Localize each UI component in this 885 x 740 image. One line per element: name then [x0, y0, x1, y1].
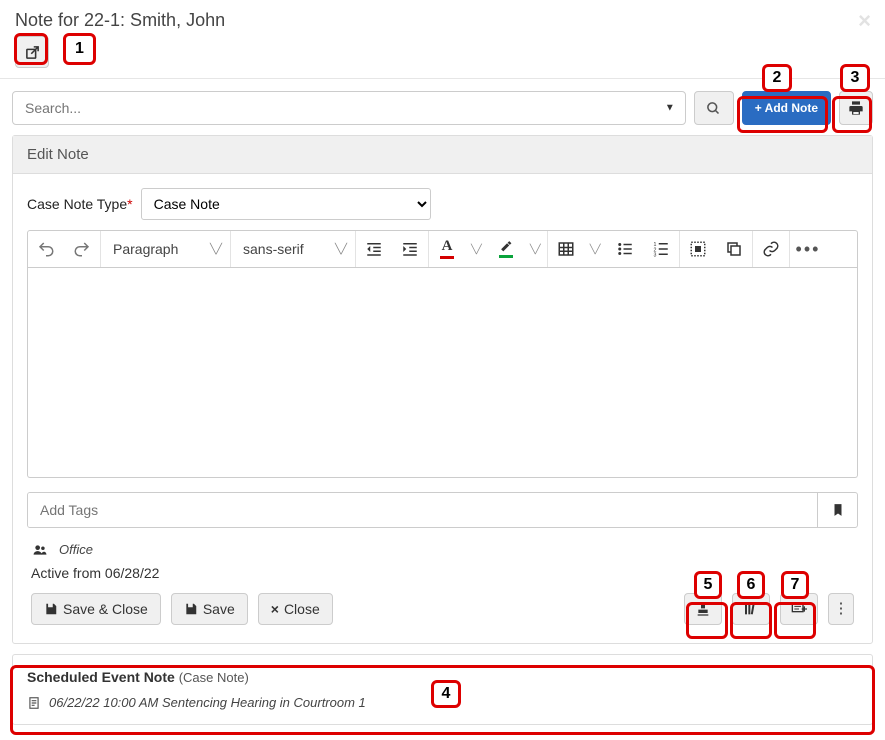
outdent-button[interactable] [356, 231, 392, 267]
table-button[interactable] [548, 231, 584, 267]
chevron-down-icon: ╲╱ [471, 244, 482, 255]
highlight-icon [499, 240, 513, 253]
editor-body[interactable] [27, 268, 858, 478]
chevron-down-icon: ╲╱ [210, 244, 222, 255]
cancel-close-button[interactable]: × Close [258, 593, 333, 625]
chevron-down-icon: ╲╱ [590, 244, 601, 255]
bullet-list-button[interactable] [607, 231, 643, 267]
event-note-panel: Scheduled Event Note (Case Note) 06/22/2… [12, 654, 873, 725]
office-label: Office [59, 542, 93, 557]
kebab-icon: ⋮ [834, 605, 849, 613]
copy-icon [725, 240, 743, 258]
tags-input[interactable] [28, 493, 817, 527]
undo-button[interactable] [28, 231, 64, 267]
stamp-button[interactable] [684, 593, 722, 625]
bullet-list-icon [616, 240, 634, 258]
paragraph-format-label: Paragraph [113, 241, 178, 257]
insert-text-icon [791, 601, 807, 617]
indent-icon [401, 240, 419, 258]
status-text: Active from 06/28/22 [27, 561, 858, 593]
redo-icon [73, 240, 91, 258]
popout-button[interactable] [15, 36, 49, 68]
numbered-list-button[interactable]: 123 [643, 231, 679, 267]
font-color-dropdown[interactable]: ╲╱ [465, 231, 488, 267]
dialog-title: Note for 22-1: Smith, John [15, 10, 870, 31]
people-icon [31, 543, 49, 557]
stamp-icon [695, 600, 711, 618]
table-dropdown[interactable]: ╲╱ [584, 231, 607, 267]
select-all-button[interactable] [680, 231, 716, 267]
more-actions-button[interactable]: ⋮ [828, 593, 854, 625]
indent-button[interactable] [392, 231, 428, 267]
more-button[interactable]: ••• [790, 231, 827, 267]
search-button[interactable] [694, 91, 734, 125]
chevron-down-icon: ╲╱ [335, 244, 347, 255]
document-icon [27, 696, 41, 710]
copy-button[interactable] [716, 231, 752, 267]
save-button[interactable]: Save [171, 593, 248, 625]
library-button[interactable] [732, 593, 770, 625]
search-input[interactable] [13, 94, 685, 122]
link-icon [762, 240, 780, 258]
case-note-type-label: Case Note Type* [27, 196, 133, 212]
link-button[interactable] [753, 231, 789, 267]
table-icon [557, 240, 575, 258]
redo-button[interactable] [64, 231, 100, 267]
font-family-label: sans-serif [243, 241, 304, 257]
dropdown-caret-icon[interactable]: ▼ [665, 103, 675, 114]
bookmark-icon [831, 502, 845, 518]
font-family-select[interactable]: sans-serif ╲╱ [231, 231, 356, 267]
books-icon [743, 600, 759, 618]
print-icon [848, 100, 864, 116]
search-input-wrap[interactable]: ▼ [12, 91, 686, 125]
outdent-icon [365, 240, 383, 258]
svg-text:3: 3 [653, 253, 656, 259]
font-color-swatch [440, 256, 454, 259]
undo-icon [37, 240, 55, 258]
popout-icon [25, 45, 40, 60]
search-icon [706, 101, 721, 116]
numbered-list-icon: 123 [652, 240, 670, 258]
chevron-down-icon: ╲╱ [530, 244, 541, 255]
event-note-title: Scheduled Event Note (Case Note) [27, 669, 858, 685]
highlight-color-swatch [499, 255, 513, 258]
highlight-dropdown[interactable]: ╲╱ [524, 231, 547, 267]
add-note-button[interactable]: + Add Note [742, 91, 831, 125]
close-icon[interactable]: × [858, 8, 871, 34]
save-close-button[interactable]: Save & Close [31, 593, 161, 625]
highlight-button[interactable] [488, 231, 524, 267]
save-icon [44, 602, 58, 616]
bookmark-button[interactable] [817, 493, 857, 527]
save-icon [184, 602, 198, 616]
select-all-icon [689, 240, 707, 258]
paragraph-format-select[interactable]: Paragraph ╲╱ [101, 231, 231, 267]
editor-toolbar: Paragraph ╲╱ sans-serif ╲╱ A [27, 230, 858, 268]
font-color-button[interactable]: A [429, 231, 465, 267]
event-note-text: 06/22/22 10:00 AM Sentencing Hearing in … [49, 695, 366, 710]
insert-template-button[interactable] [780, 593, 818, 625]
case-note-type-select[interactable]: Case Note [141, 188, 431, 220]
print-button[interactable] [839, 91, 873, 125]
panel-title: Edit Note [13, 136, 872, 174]
